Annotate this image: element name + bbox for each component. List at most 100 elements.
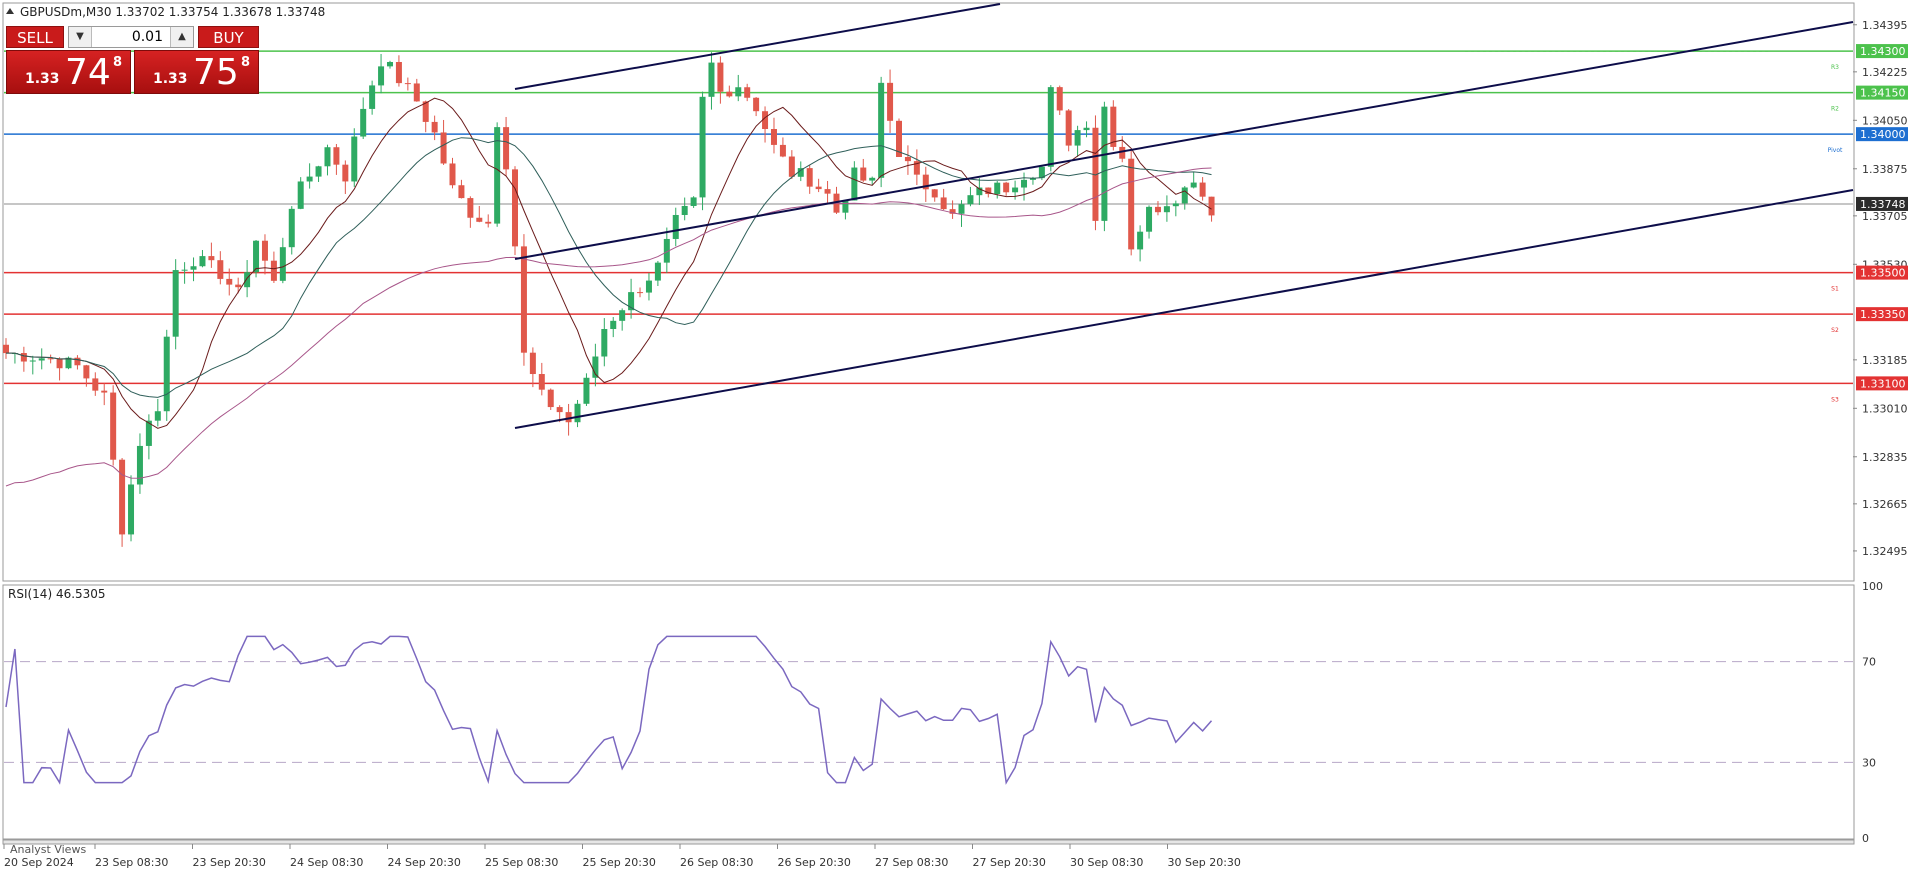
buy-price-button[interactable]: 1.33 75 8 [134, 50, 259, 94]
bull-candle [672, 214, 679, 239]
time-axis-label: 27 Sep 08:30 [875, 856, 948, 869]
bull-candle [279, 247, 286, 281]
time-axis-label: 24 Sep 08:30 [290, 856, 363, 869]
time-axis-label: 23 Sep 08:30 [95, 856, 168, 869]
bear-candle [806, 168, 813, 187]
bull-candle [1012, 187, 1019, 193]
bull-candle [369, 85, 376, 109]
sell-button[interactable]: SELL [6, 26, 64, 48]
bear-candle [520, 246, 527, 353]
price-axis-label: 1.33010 [1862, 402, 1908, 415]
analyst-views-label[interactable]: Analyst Views [10, 843, 86, 856]
analyst-strip [2, 839, 1855, 845]
bear-candle [342, 164, 349, 182]
time-axis-label: 26 Sep 08:30 [680, 856, 753, 869]
chart-canvas[interactable]: R3R2PivotS1S2S3 1.343951.342251.340501.3… [0, 0, 1916, 874]
bear-candle [529, 352, 536, 375]
volume-stepper[interactable]: ▼ 0.01 ▲ [68, 26, 194, 48]
pivot-level-price: 1.33350 [1860, 308, 1906, 321]
price-axis-label: 1.32495 [1862, 545, 1908, 558]
bull-candle [128, 484, 135, 535]
bear-candle [440, 132, 447, 164]
bear-candle [20, 353, 27, 362]
rsi-axis-label: 70 [1862, 656, 1876, 669]
symbol-header: GBPUSDm,M30 1.33702 1.33754 1.33678 1.33… [20, 5, 325, 19]
volume-value[interactable]: 0.01 [93, 27, 169, 47]
bull-candle [172, 270, 179, 337]
price-axis-label: 1.33705 [1862, 210, 1908, 223]
bear-candle [1110, 106, 1117, 147]
bull-candle [619, 310, 626, 321]
bear-candle [449, 163, 456, 186]
time-axis-label: 25 Sep 08:30 [485, 856, 558, 869]
price-axis-label: 1.33875 [1862, 163, 1908, 176]
bear-candle [3, 344, 9, 354]
bear-candle [261, 240, 268, 261]
price-axis-label: 1.33185 [1862, 354, 1908, 367]
bull-candle [1101, 106, 1108, 221]
bear-candle [904, 156, 911, 162]
bear-candle [779, 144, 786, 157]
bull-candle [958, 204, 965, 214]
bear-candle [815, 186, 822, 190]
price-axis-label: 1.32835 [1862, 451, 1908, 464]
bear-candle [744, 87, 751, 98]
rsi-axis-label: 0 [1862, 832, 1869, 845]
bear-candle [753, 97, 760, 112]
pivot-level-tag: S3 [1831, 396, 1839, 403]
bear-candle [467, 198, 474, 218]
bull-candle [583, 377, 590, 404]
sell-price-button[interactable]: 1.33 74 8 [6, 50, 131, 94]
bull-candle [199, 256, 206, 267]
bear-candle [458, 185, 465, 199]
bear-candle [404, 83, 411, 85]
pivot-level-tag: Pivot [1828, 147, 1843, 154]
price-axis-label: 1.32665 [1862, 498, 1908, 511]
bull-candle [253, 240, 260, 273]
bull-candle [851, 167, 858, 201]
bull-candle [1163, 206, 1170, 213]
bear-candle [717, 62, 724, 92]
volume-increase-icon[interactable]: ▲ [170, 27, 193, 47]
one-click-trading-panel: SELL ▼ 0.01 ▲ BUY 1.33 74 8 1.33 75 8 [6, 26, 259, 94]
bear-candle [1154, 206, 1161, 213]
bear-candle [235, 284, 242, 288]
bear-candle [92, 378, 99, 391]
bull-candle [360, 108, 367, 137]
bull-candle [351, 136, 358, 182]
pivot-level-price: 1.33100 [1860, 377, 1906, 390]
bear-candle [1128, 158, 1135, 250]
sell-price-small: 1.33 [25, 71, 60, 87]
pivot-level-tag: S2 [1831, 327, 1839, 334]
bear-candle [637, 292, 644, 294]
buy-price-big: 75 [193, 52, 239, 93]
buy-price-sup: 8 [241, 55, 251, 70]
buy-button[interactable]: BUY [198, 26, 259, 48]
bear-candle [226, 278, 233, 285]
time-axis-label: 26 Sep 20:30 [778, 856, 851, 869]
volume-decrease-icon[interactable]: ▼ [69, 27, 92, 47]
time-axis-label: 20 Sep 2024 [4, 856, 74, 869]
bull-candle [1137, 231, 1144, 250]
bear-candle [770, 128, 777, 145]
bull-candle [574, 403, 581, 423]
current-price-label: 1.33748 [1860, 198, 1906, 211]
bear-candle [270, 260, 277, 281]
bear-candle [83, 365, 90, 379]
rsi-axis-label: 100 [1862, 580, 1883, 593]
bear-candle [547, 389, 554, 408]
bear-candle [940, 197, 947, 210]
time-axis-label: 25 Sep 20:30 [583, 856, 656, 869]
time-axis-label: 30 Sep 08:30 [1070, 856, 1143, 869]
bear-candle [217, 260, 224, 279]
bull-candle [994, 182, 1001, 195]
price-axis-label: 1.34050 [1862, 114, 1908, 127]
bear-candle [208, 256, 215, 261]
bull-candle [1083, 127, 1090, 131]
bull-candle [306, 176, 313, 182]
bear-candle [476, 217, 483, 222]
bull-candle [1146, 206, 1153, 232]
time-axis-label: 23 Sep 20:30 [193, 856, 266, 869]
bull-candle [1021, 179, 1028, 188]
bear-candle [824, 189, 831, 194]
